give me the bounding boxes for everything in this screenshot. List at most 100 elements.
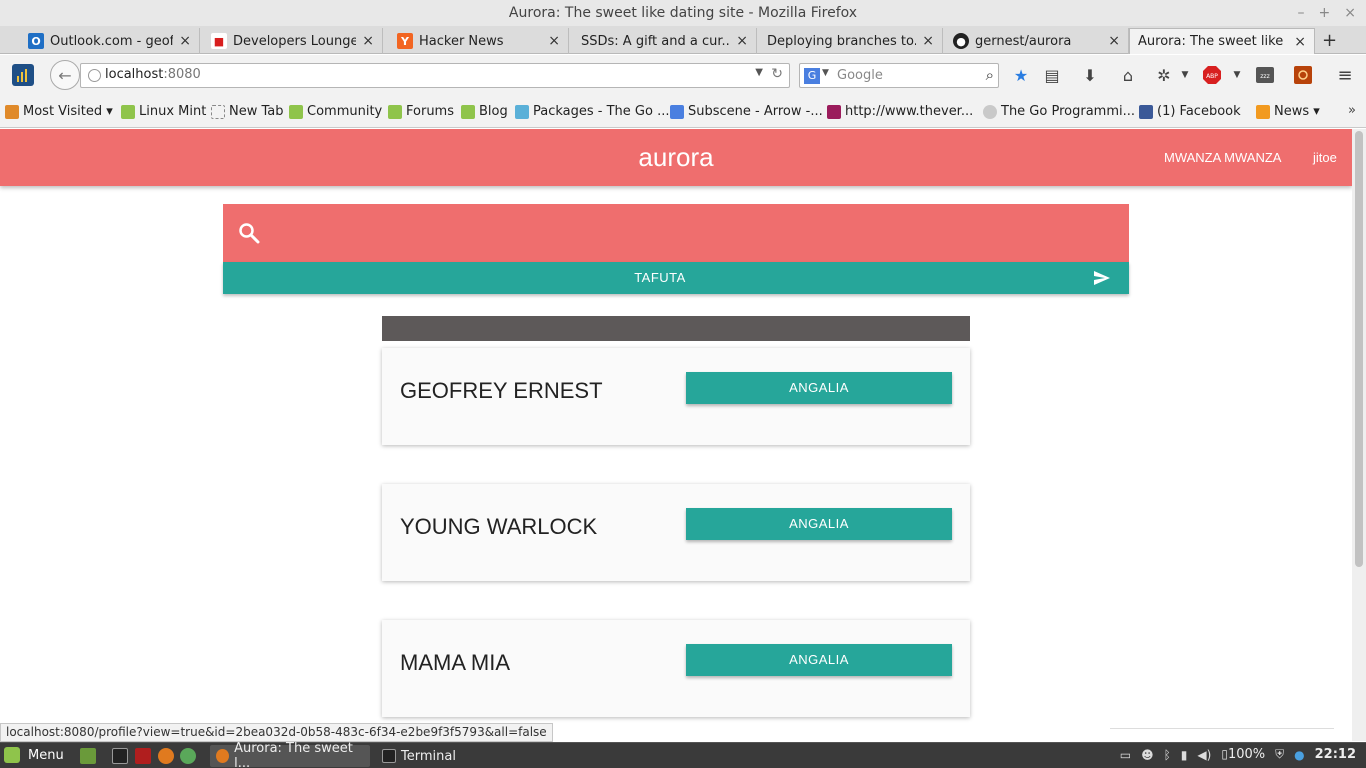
- taskbar-item-firefox[interactable]: Aurora: The sweet l...: [210, 741, 370, 768]
- bookmark-subscene[interactable]: Subscene - Arrow -...: [670, 104, 823, 119]
- close-tab-icon[interactable]: ×: [1108, 33, 1120, 49]
- angalia-button[interactable]: ANGALIA: [686, 372, 952, 404]
- extension-icon[interactable]: ✲: [1153, 65, 1175, 85]
- url-history-dropdown-icon[interactable]: ▼: [755, 67, 763, 78]
- show-desktop-icon[interactable]: [80, 748, 96, 764]
- close-tab-icon[interactable]: ×: [362, 33, 374, 49]
- bluetooth-icon[interactable]: ᛒ: [1164, 748, 1171, 762]
- profile-search-input[interactable]: [275, 216, 1115, 250]
- downloads-icon[interactable]: ⬇: [1079, 65, 1101, 85]
- bookmark-news[interactable]: News ▾: [1256, 104, 1320, 119]
- home-icon[interactable]: ⌂: [1117, 65, 1139, 85]
- bookmark-label: http://www.thever...: [845, 104, 974, 119]
- bookmark-facebook[interactable]: (1) Facebook: [1139, 104, 1241, 119]
- url-bar[interactable]: localhost:8080 ▼ ↻: [80, 63, 790, 88]
- angalia-button[interactable]: ANGALIA: [686, 644, 952, 676]
- close-tab-icon[interactable]: ×: [1294, 34, 1306, 50]
- search-icon[interactable]: ⌕: [986, 66, 994, 84]
- battery-status[interactable]: ▯100%: [1221, 747, 1265, 762]
- tab-label: Outlook.com - geof...: [50, 33, 174, 49]
- tab-bar: O Outlook.com - geof... × ■ Developers L…: [0, 26, 1366, 54]
- adblock-icon[interactable]: ABP: [1201, 65, 1223, 85]
- angalia-button[interactable]: ANGALIA: [686, 508, 952, 540]
- close-tab-icon[interactable]: ×: [736, 33, 748, 49]
- google-engine-icon[interactable]: G: [804, 68, 820, 84]
- taskbar-item-terminal[interactable]: Terminal: [376, 745, 526, 767]
- app-launcher-icon[interactable]: [135, 748, 151, 764]
- url-text[interactable]: localhost:8080: [105, 67, 201, 82]
- minimize-button[interactable]: –: [1298, 0, 1305, 26]
- tab-developers-lounge[interactable]: ■ Developers Lounge... ×: [203, 28, 383, 54]
- nav-link-mwanza[interactable]: MWANZA MWANZA: [1164, 150, 1281, 165]
- bookmark-linux-mint[interactable]: Linux Mint: [121, 104, 206, 119]
- battery-icon: ▯: [1221, 747, 1228, 761]
- update-manager-icon[interactable]: ●: [1294, 748, 1304, 762]
- tab-label: Aurora: The sweet like ...: [1138, 34, 1289, 49]
- bookmarks-overflow-icon[interactable]: »: [1348, 103, 1356, 118]
- tab-ssds[interactable]: SSDs: A gift and a cur... ×: [573, 28, 757, 54]
- tab-deploying-branches[interactable]: Deploying branches to... ×: [759, 28, 943, 54]
- search-bar[interactable]: G ▼ Google ⌕: [799, 63, 999, 88]
- sleep-tabs-icon[interactable]: zzz: [1254, 65, 1276, 85]
- menu-hamburger-icon[interactable]: ≡: [1334, 65, 1356, 86]
- task-label: Aurora: The sweet l...: [234, 741, 353, 768]
- user-icon[interactable]: ☻: [1141, 748, 1154, 762]
- tab-outlook[interactable]: O Outlook.com - geof... ×: [20, 28, 200, 54]
- tafuta-search-button[interactable]: TAFUTA: [223, 262, 1129, 294]
- nav-link-jitoe[interactable]: jitoe: [1313, 150, 1337, 165]
- profile-card: GEOFREY ERNEST ANGALIA: [382, 348, 970, 445]
- terminal-launcher-icon[interactable]: [112, 748, 128, 764]
- profile-name: YOUNG WARLOCK: [400, 514, 598, 539]
- app-indicator-icon[interactable]: [12, 64, 34, 86]
- firefox-launcher-icon[interactable]: [158, 748, 174, 764]
- task-label: Terminal: [401, 748, 456, 764]
- close-tab-icon[interactable]: ×: [548, 33, 560, 49]
- reload-icon[interactable]: ↻: [771, 66, 783, 82]
- close-tab-icon[interactable]: ×: [179, 33, 191, 49]
- close-window-button[interactable]: ×: [1344, 0, 1356, 26]
- scrollbar-thumb[interactable]: [1355, 131, 1363, 567]
- keyboard-icon[interactable]: ▭: [1120, 748, 1131, 762]
- close-tab-icon[interactable]: ×: [922, 33, 934, 49]
- hacker-news-icon: Y: [397, 33, 413, 49]
- app-title[interactable]: aurora: [0, 142, 1352, 173]
- bookmark-label: Subscene - Arrow -...: [688, 104, 823, 119]
- bookmark-most-visited[interactable]: Most Visited ▾: [5, 104, 113, 119]
- new-tab-button[interactable]: +: [1322, 30, 1337, 51]
- bookmark-forums[interactable]: Forums: [388, 104, 454, 119]
- window-title-bar: Aurora: The sweet like dating site - Moz…: [0, 0, 1366, 26]
- reading-list-icon[interactable]: ▤: [1041, 65, 1063, 85]
- bookmark-blog[interactable]: Blog: [461, 104, 508, 119]
- bookmark-go-programming[interactable]: The Go Programmi...: [983, 104, 1135, 119]
- chrome-launcher-icon[interactable]: [180, 748, 196, 764]
- engine-dropdown-icon[interactable]: ▼: [822, 68, 829, 78]
- tab-label: gernest/aurora: [975, 33, 1072, 49]
- page-scrollbar[interactable]: [1352, 129, 1366, 741]
- bookmark-new-tab[interactable]: New Tab: [211, 104, 284, 119]
- window-title: Aurora: The sweet like dating site - Moz…: [508, 5, 858, 21]
- tab-hacker-news[interactable]: Y Hacker News ×: [389, 28, 569, 54]
- bookmark-community[interactable]: Community: [289, 104, 382, 119]
- rss-icon: [1256, 104, 1270, 119]
- addon-icon[interactable]: [1292, 65, 1314, 85]
- start-menu-button[interactable]: Menu: [4, 747, 64, 763]
- tab-github-aurora[interactable]: ● gernest/aurora ×: [945, 28, 1129, 54]
- back-button[interactable]: ←: [50, 60, 80, 90]
- gopher-icon: [515, 104, 529, 119]
- github-icon: ●: [953, 33, 969, 49]
- clock[interactable]: 22:12: [1315, 747, 1356, 762]
- network-icon[interactable]: ▮: [1181, 748, 1188, 762]
- volume-icon[interactable]: ◀): [1197, 748, 1211, 762]
- outlook-icon: O: [28, 33, 44, 49]
- shield-icon[interactable]: ⛨: [1275, 747, 1284, 762]
- tab-aurora-active[interactable]: Aurora: The sweet like ... ×: [1129, 28, 1315, 54]
- bookmark-label: Packages - The Go ...: [533, 104, 670, 119]
- profiles-list-header: [382, 316, 970, 341]
- maximize-button[interactable]: +: [1319, 0, 1331, 26]
- bookmark-star-icon[interactable]: ★: [1010, 65, 1032, 85]
- extension-dropdown-icon[interactable]: ▼: [1174, 65, 1196, 85]
- mint-icon: [121, 104, 135, 119]
- bookmark-theverge[interactable]: http://www.thever...: [827, 104, 973, 119]
- bookmark-go-packages[interactable]: Packages - The Go ...: [515, 104, 669, 119]
- adblock-dropdown-icon[interactable]: ▼: [1226, 65, 1248, 85]
